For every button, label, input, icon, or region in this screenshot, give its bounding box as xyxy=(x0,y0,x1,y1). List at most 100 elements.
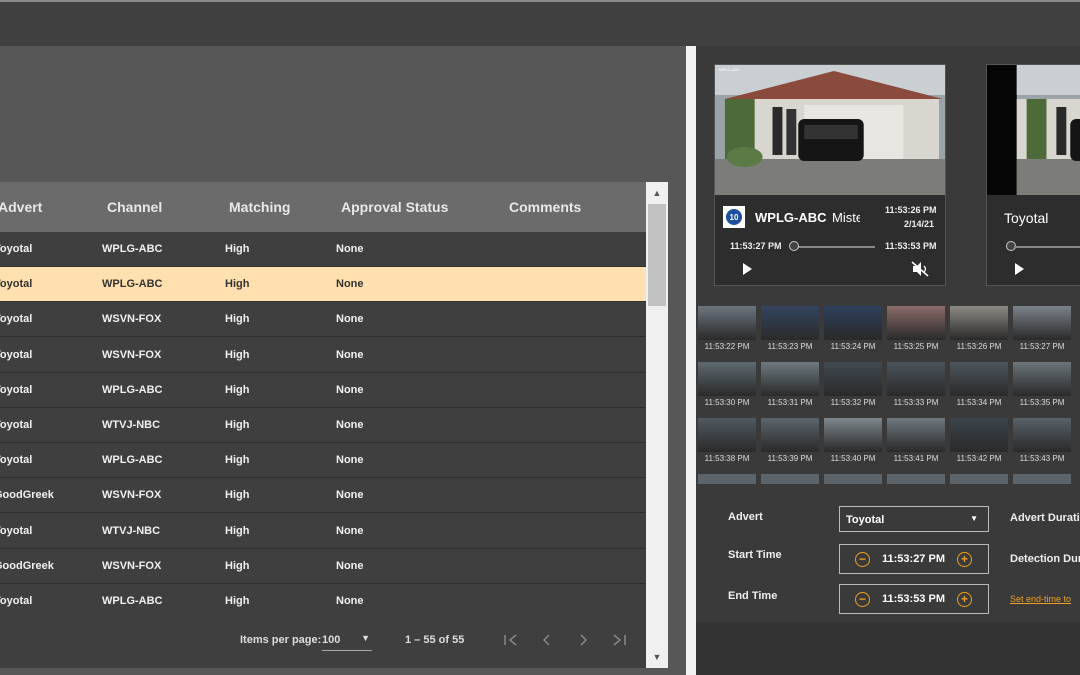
column-header-matching[interactable]: Matching xyxy=(229,182,290,232)
first-page-icon[interactable] xyxy=(503,633,519,647)
start-increment-icon[interactable]: + xyxy=(957,552,972,567)
frame-thumbnail xyxy=(1013,306,1071,340)
end-decrement-icon[interactable]: − xyxy=(855,592,870,607)
filmstrip-frame-partial[interactable] xyxy=(824,474,882,484)
column-header-approval-status[interactable]: Approval Status xyxy=(341,182,448,232)
play-icon-2[interactable] xyxy=(1013,262,1025,276)
player-date: 2/14/21 xyxy=(904,219,935,229)
range-label: 1 – 55 of 55 xyxy=(405,634,465,646)
cell-status: None xyxy=(336,278,364,291)
items-per-page-select[interactable]: 100 ▼ xyxy=(322,630,372,651)
table-row[interactable]: Toyotal WPLG-ABC High None xyxy=(0,267,646,303)
set-end-time-link[interactable]: Set end-time to xyxy=(1010,594,1071,604)
frame-timestamp: 11:53:42 PM xyxy=(956,454,1002,463)
frame-thumbnail xyxy=(761,418,819,452)
filmstrip-frame-partial[interactable] xyxy=(761,474,819,484)
filmstrip-frame[interactable]: 11:53:40 PM xyxy=(824,418,882,466)
filmstrip-frame[interactable]: 11:53:35 PM xyxy=(1013,362,1071,410)
scroll-down-icon[interactable]: ▼ xyxy=(646,652,668,662)
results-table: Advert Channel Matching Approval Status … xyxy=(0,182,646,668)
scroll-thumb[interactable] xyxy=(648,204,666,306)
seek-handle[interactable] xyxy=(789,241,799,251)
filmstrip-frame[interactable]: 11:53:25 PM xyxy=(887,306,945,354)
play-icon[interactable] xyxy=(741,262,753,276)
chevron-right-icon[interactable] xyxy=(576,633,590,647)
table-row[interactable]: Toyotal WPLG-ABC High None xyxy=(0,372,646,408)
cell-matching: High xyxy=(225,524,250,537)
frame-timestamp: 11:53:25 PM xyxy=(893,342,939,351)
filmstrip-frame[interactable]: 11:53:39 PM xyxy=(761,418,819,466)
table-row[interactable]: Toyotal WSVN-FOX High None xyxy=(0,302,646,338)
filmstrip-frame[interactable]: 11:53:30 PM xyxy=(698,362,756,410)
advert-select-value: Toyotal xyxy=(846,514,885,526)
table-row[interactable]: GoodGreek WSVN-FOX High None xyxy=(0,478,646,514)
filmstrip-frame-partial[interactable] xyxy=(698,474,756,484)
filmstrip-frame-partial[interactable] xyxy=(887,474,945,484)
filmstrip-frame-partial[interactable] xyxy=(950,474,1008,484)
table-row[interactable]: Toyotal WPLG-ABC High None xyxy=(0,584,646,619)
scroll-up-icon[interactable]: ▲ xyxy=(646,188,668,198)
column-header-channel[interactable]: Channel xyxy=(107,182,162,232)
frame-timestamp: 11:53:43 PM xyxy=(1019,454,1065,463)
filmstrip-frame[interactable]: 11:53:26 PM xyxy=(950,306,1008,354)
cell-channel: WPLG-ABC xyxy=(102,278,163,291)
cell-advert: Toyotal xyxy=(0,595,33,607)
frame-thumbnail xyxy=(1013,418,1071,452)
table-row[interactable]: Toyotal WPLG-ABC High None xyxy=(0,443,646,479)
cell-status: None xyxy=(336,524,364,537)
frame-thumbnail xyxy=(824,306,882,340)
frame-timestamp: 11:53:31 PM xyxy=(767,398,813,407)
cell-matching: High xyxy=(225,454,250,467)
cell-advert: Toyotal xyxy=(0,243,33,255)
cell-status: None xyxy=(336,595,364,607)
frame-timestamp: 11:53:39 PM xyxy=(767,454,813,463)
filmstrip-frame[interactable]: 11:53:43 PM xyxy=(1013,418,1071,466)
filmstrip-frame[interactable]: 11:53:41 PM xyxy=(887,418,945,466)
filmstrip-frame[interactable]: 11:53:38 PM xyxy=(698,418,756,466)
chevron-down-icon: ▼ xyxy=(970,514,978,523)
filmstrip-frame[interactable]: 11:53:32 PM xyxy=(824,362,882,410)
video-frame[interactable]: WPLG-ABC xyxy=(715,65,945,195)
end-increment-icon[interactable]: + xyxy=(957,592,972,607)
pane-splitter[interactable] xyxy=(686,46,696,675)
filmstrip-frame[interactable]: 11:53:22 PM xyxy=(698,306,756,354)
frame-thumbnail xyxy=(761,362,819,396)
filmstrip-frame[interactable]: 11:53:42 PM xyxy=(950,418,1008,466)
table-row[interactable]: Toyotal WPLG-ABC High None xyxy=(0,232,646,267)
video-frame-2[interactable] xyxy=(987,65,1080,195)
frame-thumbnail xyxy=(887,418,945,452)
table-row[interactable]: Toyotal WTVJ-NBC High None xyxy=(0,513,646,549)
player-channel: WPLG-ABC xyxy=(755,210,827,225)
start-time-label: Start Time xyxy=(728,549,782,561)
frame-timestamp: 11:53:38 PM xyxy=(704,454,750,463)
cell-matching: High xyxy=(225,243,250,255)
filmstrip-frame[interactable]: 11:53:31 PM xyxy=(761,362,819,410)
table-row[interactable]: Toyotal WSVN-FOX High None xyxy=(0,337,646,373)
cell-status: None xyxy=(336,454,364,467)
filmstrip-frame-partial[interactable] xyxy=(1013,474,1071,484)
table-scrollbar[interactable]: ▲ ▼ xyxy=(646,182,668,668)
table-row[interactable]: GoodGreek WSVN-FOX High None xyxy=(0,548,646,584)
frame-thumbnail xyxy=(761,306,819,340)
frame-thumbnail xyxy=(698,418,756,452)
column-header-advert[interactable]: Advert xyxy=(0,182,42,232)
start-time-stepper: − 11:53:27 PM + xyxy=(839,544,989,574)
column-header-comments[interactable]: Comments xyxy=(509,182,581,232)
seek-track[interactable] xyxy=(793,246,875,248)
chevron-left-icon[interactable] xyxy=(540,633,554,647)
end-time-value[interactable]: 11:53:53 PM xyxy=(882,593,945,605)
filmstrip-frame[interactable]: 11:53:27 PM xyxy=(1013,306,1071,354)
filmstrip-frame[interactable]: 11:53:34 PM xyxy=(950,362,1008,410)
detail-pane: WPLG-ABC 10 WPLG-ABC Miste 11:53:26 PM 2… xyxy=(696,46,1080,675)
frame-timestamp: 11:53:24 PM xyxy=(830,342,876,351)
filmstrip-frame[interactable]: 11:53:33 PM xyxy=(887,362,945,410)
filmstrip-frame[interactable]: 11:53:23 PM xyxy=(761,306,819,354)
last-page-icon[interactable] xyxy=(611,633,627,647)
seek-track-2[interactable] xyxy=(1014,246,1080,248)
filmstrip-frame[interactable]: 11:53:24 PM xyxy=(824,306,882,354)
advert-select[interactable]: Toyotal ▼ xyxy=(839,506,989,532)
start-time-value[interactable]: 11:53:27 PM xyxy=(882,553,945,565)
table-row[interactable]: Toyotal WTVJ-NBC High None xyxy=(0,408,646,443)
start-decrement-icon[interactable]: − xyxy=(855,552,870,567)
mute-icon[interactable] xyxy=(911,261,929,277)
